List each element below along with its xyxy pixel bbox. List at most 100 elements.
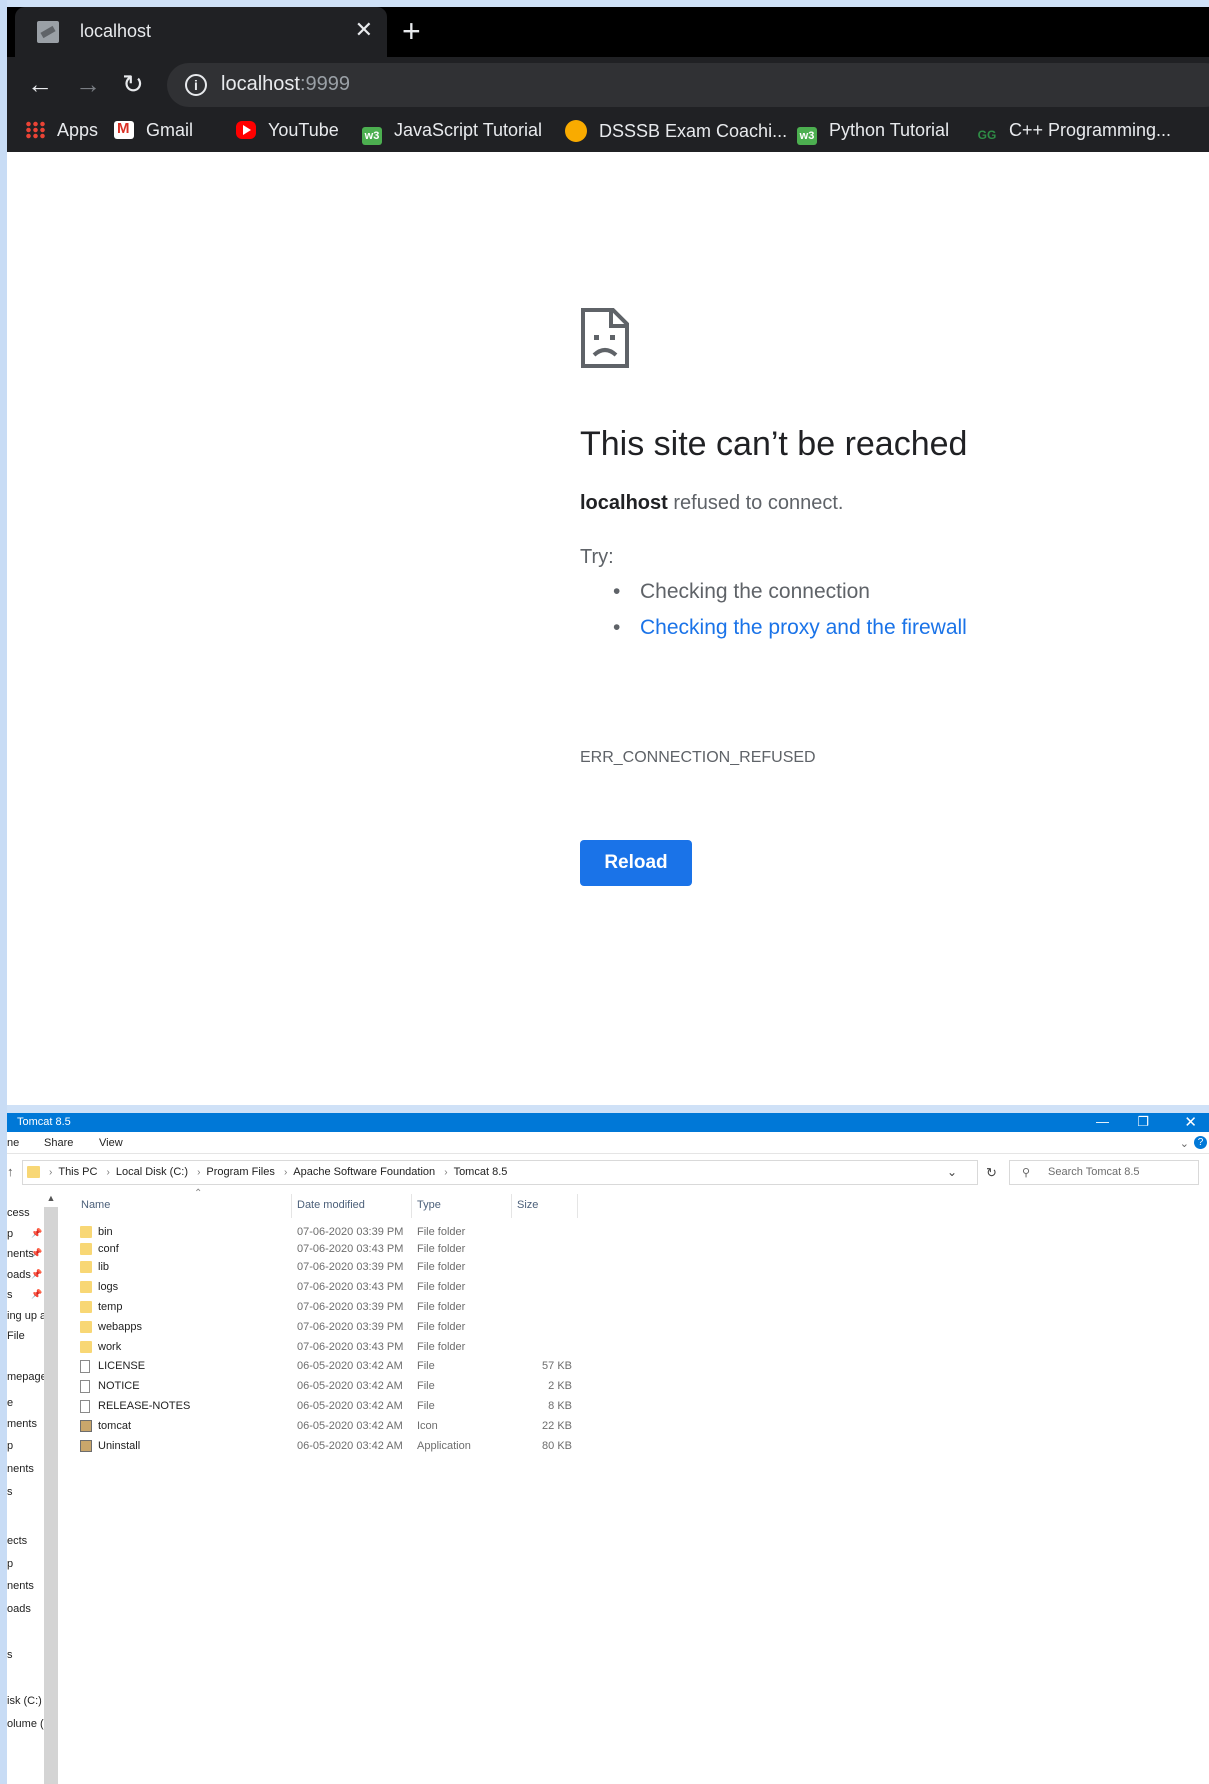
bookmark-youtube[interactable]: YouTube	[236, 120, 339, 141]
folder-icon	[80, 1301, 92, 1313]
tomcat-image-icon	[80, 1420, 92, 1432]
bookmark-gmail[interactable]: Gmail	[114, 120, 193, 141]
file-row[interactable]: logs 07-06-2020 03:43 PM File folder	[59, 1278, 579, 1298]
page-favicon-icon	[37, 21, 59, 43]
column-header-type[interactable]: Type	[417, 1199, 441, 1211]
refresh-icon[interactable]: ↻	[979, 1160, 1004, 1185]
expand-ribbon-icon[interactable]: ⌄	[1180, 1137, 1189, 1150]
nav-item[interactable]: s	[7, 1486, 44, 1498]
bookmark-dsssb[interactable]: DSSSB Exam Coachi...	[565, 120, 787, 142]
folder-icon	[27, 1166, 40, 1178]
path-box[interactable]: › This PC › Local Disk (C:) › Program Files…	[22, 1160, 978, 1185]
nav-item[interactable]: ments	[7, 1418, 44, 1430]
bookmark-javascript-tutorial[interactable]: w3 JavaScript Tutorial	[362, 120, 542, 145]
tab-localhost[interactable]: localhost ✕	[15, 7, 387, 57]
application-icon	[80, 1440, 92, 1452]
file-icon	[80, 1360, 90, 1373]
nav-item[interactable]: oads	[7, 1603, 44, 1615]
search-input[interactable]: ⚲ Search Tomcat 8.5	[1009, 1160, 1199, 1185]
pin-icon: 📌	[31, 1269, 43, 1279]
bookmark-cpp-programming[interactable]: GG C++ Programming...	[977, 120, 1171, 144]
folder-icon	[80, 1226, 92, 1238]
back-arrow-icon[interactable]: ←	[27, 69, 53, 100]
help-icon[interactable]: ?	[1194, 1136, 1207, 1149]
breadcrumb-local-disk[interactable]: Local Disk (C:)	[116, 1166, 188, 1178]
sad-page-icon	[581, 308, 629, 368]
column-header-date[interactable]: Date modified	[297, 1199, 365, 1211]
ribbon-tab-home[interactable]: ne	[7, 1137, 19, 1149]
error-title: This site can’t be reached	[580, 425, 968, 463]
nav-item-local-disk[interactable]: isk (C:)	[7, 1695, 44, 1707]
tab-bar: localhost ✕ +	[7, 7, 1209, 57]
error-code: ERR_CONNECTION_REFUSED	[580, 749, 816, 766]
ribbon-tab-share[interactable]: Share	[44, 1137, 73, 1149]
nav-item[interactable]: ing up a	[7, 1310, 44, 1322]
file-row[interactable]: RELEASE-NOTES 06-05-2020 03:42 AM File 8 KB	[59, 1397, 579, 1417]
file-row[interactable]: work 07-06-2020 03:43 PM File folder	[59, 1338, 579, 1358]
bookmarks-bar: Apps Gmail YouTube w3JavaScript Tutorial…	[7, 112, 1209, 152]
suggestion-check-proxy-firewall-link[interactable]: Checking the proxy and the firewall	[580, 614, 967, 650]
reload-icon[interactable]: ↻	[122, 69, 144, 100]
column-divider[interactable]	[511, 1194, 512, 1218]
nav-item[interactable]: ects	[7, 1535, 44, 1547]
up-arrow-icon[interactable]: ↑	[7, 1164, 14, 1179]
restore-icon[interactable]: ❐	[1137, 1114, 1149, 1130]
column-header-name[interactable]: Name	[81, 1199, 110, 1211]
nav-item[interactable]: nents	[7, 1463, 44, 1475]
minimize-icon[interactable]: —	[1096, 1114, 1109, 1129]
dsssb-icon	[565, 120, 587, 142]
site-info-icon[interactable]: i	[185, 74, 207, 96]
file-row[interactable]: LICENSE 06-05-2020 03:42 AM File 57 KB	[59, 1357, 579, 1377]
nav-scrollbar[interactable]	[44, 1190, 58, 1784]
geeksforgeeks-icon: GG	[977, 128, 997, 142]
nav-item[interactable]: s	[7, 1649, 44, 1661]
nav-item[interactable]: p	[7, 1440, 44, 1452]
breadcrumb-program-files[interactable]: Program Files	[206, 1166, 274, 1178]
ribbon-tab-view[interactable]: View	[99, 1137, 123, 1149]
nav-item[interactable]: p	[7, 1558, 44, 1570]
nav-item[interactable]: e	[7, 1397, 44, 1409]
nav-item[interactable]: mepage	[7, 1371, 44, 1383]
breadcrumb-tomcat[interactable]: Tomcat 8.5	[454, 1166, 508, 1178]
suggestion-check-connection: Checking the connection	[580, 578, 967, 614]
reload-button[interactable]: Reload	[580, 840, 692, 886]
nav-item[interactable]: nents	[7, 1580, 44, 1592]
nav-item[interactable]: cess	[7, 1207, 44, 1219]
sort-ascending-icon: ⌃	[194, 1188, 203, 1199]
file-row[interactable]: Uninstall 06-05-2020 03:42 AM Application 8…	[59, 1437, 579, 1457]
suggestions-list: Checking the connection Checking the pro…	[580, 578, 967, 650]
close-tab-icon[interactable]: ✕	[355, 17, 373, 43]
nav-item[interactable]: File	[7, 1330, 44, 1342]
breadcrumb-this-pc[interactable]: This PC	[58, 1166, 97, 1178]
file-row[interactable]: conf 07-06-2020 03:43 PM File folder	[59, 1240, 579, 1260]
w3schools-icon: w3	[362, 127, 382, 145]
column-divider[interactable]	[577, 1194, 578, 1218]
url-text[interactable]: localhost:9999	[221, 73, 350, 96]
column-header-size[interactable]: Size	[517, 1199, 538, 1211]
file-row[interactable]: NOTICE 06-05-2020 03:42 AM File 2 KB	[59, 1377, 579, 1397]
scroll-up-icon[interactable]: ▲	[44, 1190, 58, 1207]
column-divider[interactable]	[291, 1194, 292, 1218]
file-row[interactable]: lib 07-06-2020 03:39 PM File folder	[59, 1258, 579, 1278]
w3schools-icon: w3	[797, 127, 817, 145]
file-row[interactable]: tomcat 06-05-2020 03:42 AM Icon 22 KB	[59, 1417, 579, 1437]
nav-item-volume[interactable]: olume (I	[7, 1718, 44, 1730]
file-row[interactable]: webapps 07-06-2020 03:39 PM File folder	[59, 1318, 579, 1338]
column-divider[interactable]	[411, 1194, 412, 1218]
apps-grid-icon	[25, 121, 45, 139]
bookmark-python-tutorial[interactable]: w3 Python Tutorial	[797, 120, 949, 145]
window-border	[0, 0, 7, 1784]
new-tab-icon[interactable]: +	[402, 13, 421, 50]
bookmark-apps[interactable]: Apps	[25, 120, 98, 141]
pin-icon: 📌	[31, 1248, 43, 1258]
breadcrumb-apache-software-foundation[interactable]: Apache Software Foundation	[293, 1166, 435, 1178]
tab-title: localhost	[80, 21, 152, 41]
explorer-title: Tomcat 8.5	[17, 1116, 71, 1128]
forward-arrow-icon[interactable]: →	[75, 69, 101, 100]
explorer-address-bar: ↑ › This PC › Local Disk (C:) › Program Fil…	[7, 1154, 1209, 1190]
address-bar[interactable]: i localhost:9999	[167, 63, 1209, 107]
search-icon: ⚲	[1022, 1167, 1031, 1179]
file-row[interactable]: temp 07-06-2020 03:39 PM File folder	[59, 1298, 579, 1318]
close-window-icon[interactable]: ✕	[1184, 1113, 1197, 1131]
chevron-down-icon[interactable]: ⌄	[947, 1165, 957, 1179]
